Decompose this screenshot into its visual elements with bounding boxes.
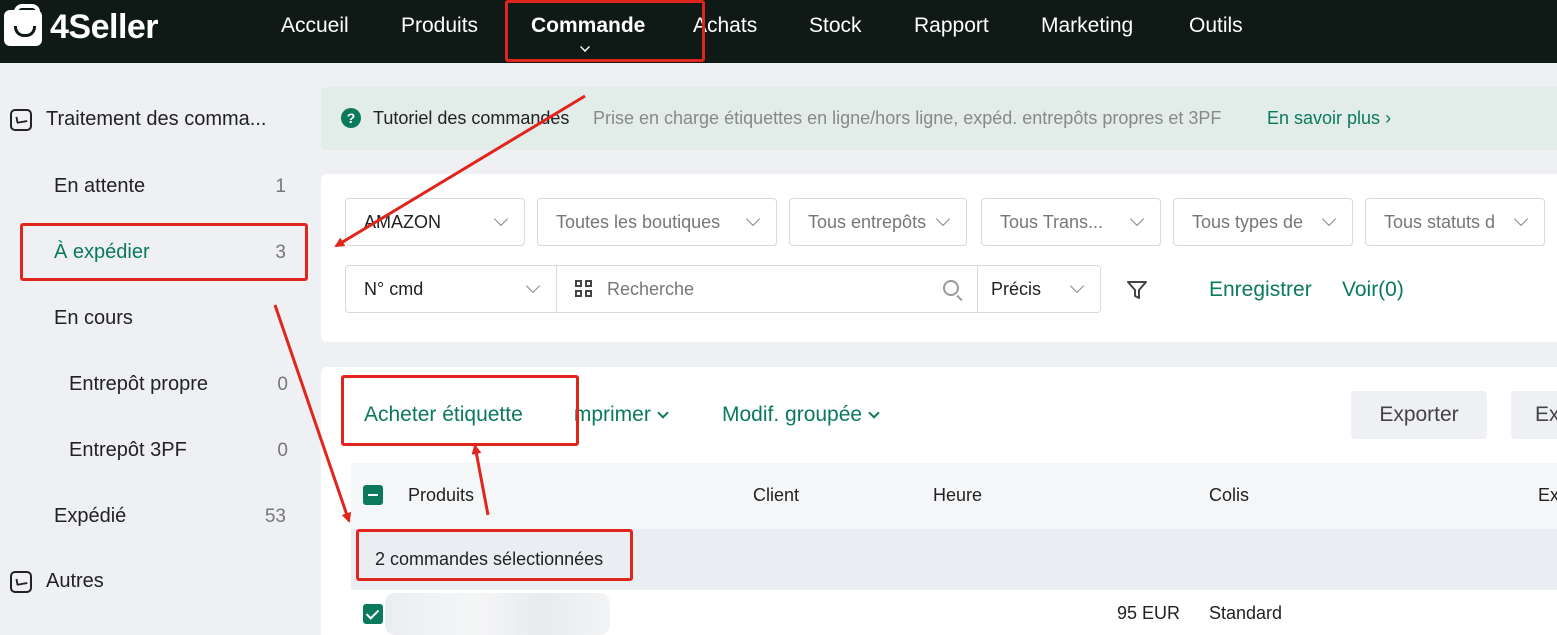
chevron-down-icon [493, 211, 509, 227]
statuses-select[interactable]: Tous statuts d [1365, 198, 1545, 246]
chevron-down-icon [1129, 211, 1145, 227]
sidebar-section-others[interactable]: Autres [10, 570, 104, 593]
highlight-selection [356, 529, 633, 581]
types-select[interactable]: Tous types de [1173, 198, 1353, 246]
search-placeholder: Recherche [607, 279, 695, 299]
chevron-down-icon [745, 211, 761, 227]
row-shipping-method: Standard [1209, 603, 1283, 623]
chevron-down-icon [935, 211, 951, 227]
chevron-right-icon: › [1385, 108, 1392, 128]
sidebar-count-3pf-warehouse: 0 [277, 440, 288, 461]
chevron-down-icon [1513, 211, 1529, 227]
brand-logo[interactable]: 4Seller [4, 3, 159, 47]
print-label: Imprimer [574, 403, 651, 426]
sidebar-item-own-warehouse[interactable]: Entrepôt propre [69, 373, 208, 396]
nav-produits[interactable]: Produits [401, 14, 478, 38]
filter-icon[interactable] [1126, 279, 1148, 301]
chevron-down-icon [868, 407, 880, 419]
carriers-value: Tous Trans... [1000, 212, 1104, 232]
statuses-value: Tous statuts d [1384, 212, 1496, 232]
brand-name: 4Seller [50, 8, 159, 46]
print-menu-button[interactable]: Imprimer [574, 403, 686, 427]
column-time: Heure [933, 485, 983, 505]
sidebar-section-order-processing[interactable]: Traitement des comma... [10, 108, 266, 131]
platform-value: AMAZON [364, 212, 442, 232]
tutorial-title: Tutoriel des commandes [373, 108, 570, 128]
column-ex: Ex [1538, 485, 1557, 505]
sidebar-item-3pf-warehouse[interactable]: Entrepôt 3PF [69, 439, 187, 462]
export-button[interactable]: Exporter [1351, 391, 1487, 439]
sidebar-count-shipped: 53 [264, 506, 286, 527]
platform-select[interactable]: AMAZON [345, 198, 525, 246]
chevron-down-icon [1321, 211, 1337, 227]
types-value: Tous types de [1192, 212, 1304, 232]
sidebar-item-shipped[interactable]: Expédié [54, 505, 126, 528]
bulk-edit-button[interactable]: Modif. groupée [722, 403, 880, 427]
search-icon[interactable] [943, 280, 959, 296]
sidebar-count-own-warehouse: 0 [277, 374, 288, 395]
bag-icon [10, 570, 32, 593]
search-field-select[interactable]: N° cmd [345, 265, 557, 313]
column-package: Colis [1209, 485, 1250, 505]
highlight-commande [505, 0, 705, 62]
row-amount: 95 EUR [1117, 603, 1181, 623]
tutorial-description: Prise en charge étiquettes en ligne/hors… [593, 108, 1222, 128]
sidebar [0, 63, 305, 635]
column-client: Client [753, 485, 800, 505]
nav-outils[interactable]: Outils [1189, 14, 1243, 38]
nav-rapport[interactable]: Rapport [914, 14, 989, 38]
sidebar-section-label: Traitement des comma... [46, 108, 267, 130]
warehouses-select[interactable]: Tous entrepôts [789, 198, 967, 246]
search-input[interactable]: Recherche [556, 265, 978, 313]
match-mode-value: Précis [991, 279, 1042, 299]
select-all-checkbox[interactable] [363, 485, 383, 505]
warehouses-value: Tous entrepôts [808, 212, 927, 232]
scan-icon [575, 280, 593, 298]
sidebar-count-pending: 1 [275, 176, 286, 197]
view-saved-link[interactable]: Voir(0) [1342, 278, 1404, 302]
chevron-down-icon [525, 278, 541, 294]
learn-more-label: En savoir plus [1267, 108, 1381, 128]
highlight-buy-label [341, 375, 579, 446]
bag-icon [10, 108, 32, 131]
chevron-down-icon [1069, 278, 1085, 294]
chevron-down-icon [657, 407, 669, 419]
bulk-edit-label: Modif. groupée [722, 403, 863, 426]
sidebar-item-in-progress[interactable]: En cours [54, 307, 133, 330]
shops-value: Toutes les boutiques [556, 212, 721, 232]
sidebar-section-label: Autres [46, 570, 104, 592]
help-icon: ? [341, 108, 361, 128]
match-mode-select[interactable]: Précis [977, 265, 1101, 313]
sidebar-item-pending[interactable]: En attente [54, 175, 145, 198]
learn-more-link[interactable]: En savoir plus › [1267, 108, 1391, 129]
row-checkbox[interactable] [363, 604, 383, 624]
save-filter-link[interactable]: Enregistrer [1209, 278, 1312, 302]
nav-stock[interactable]: Stock [809, 14, 862, 38]
blurred-product-info [385, 593, 610, 635]
carriers-select[interactable]: Tous Trans... [981, 198, 1161, 246]
shopping-bag-icon [4, 3, 42, 46]
top-nav-bar: 4Seller Accueil Produits Commande Achats… [0, 0, 1557, 63]
nav-marketing[interactable]: Marketing [1041, 14, 1133, 38]
shops-select[interactable]: Toutes les boutiques [537, 198, 777, 246]
more-export-button[interactable]: Ex [1511, 391, 1557, 439]
highlight-to-ship [20, 223, 308, 281]
search-field-value: N° cmd [364, 279, 424, 299]
column-products: Produits [408, 485, 475, 505]
nav-accueil[interactable]: Accueil [281, 14, 349, 38]
tutorial-banner: ? Tutoriel des commandes Prise en charge… [321, 87, 1557, 150]
